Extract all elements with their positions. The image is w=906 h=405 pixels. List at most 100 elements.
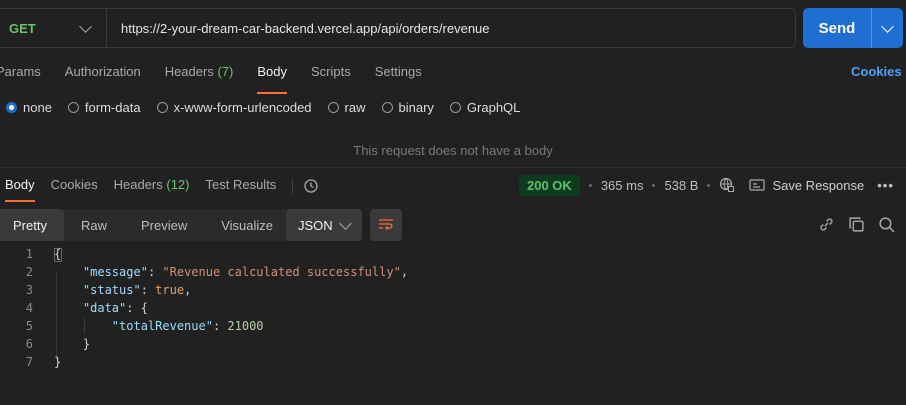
format-select[interactable]: JSON [286, 209, 362, 241]
response-tab-cookies[interactable]: Cookies [51, 177, 98, 197]
code-line: 5 "totalRevenue": 21000 [0, 317, 408, 335]
history-icon[interactable] [303, 178, 319, 194]
code-line: 6 } [0, 335, 408, 353]
tab-count: (7) [217, 64, 234, 79]
radio-checked-icon [6, 102, 17, 113]
copy-icon[interactable] [848, 216, 865, 233]
json-brace: } [54, 355, 62, 369]
response-meta: 200 OK 365 ms 538 B Save Response ••• [519, 174, 894, 196]
tab-label: Body [257, 64, 287, 79]
wrap-lines-icon [379, 219, 393, 230]
tab-body[interactable]: Body [257, 64, 287, 94]
method-select[interactable]: GET [0, 9, 107, 47]
json-key: "data" [82, 301, 127, 315]
code-line: 2 "message": "Revenue calculated success… [0, 263, 408, 281]
tab-label: Authorization [64, 64, 141, 79]
line-number: 1 [25, 247, 33, 261]
tab-label: Settings [374, 64, 422, 79]
more-options-icon[interactable]: ••• [877, 178, 894, 193]
view-raw[interactable]: Raw [64, 209, 124, 241]
link-icon[interactable] [818, 216, 835, 233]
radio-form-data[interactable]: form-data [67, 100, 141, 115]
json-key: "totalRevenue" [111, 319, 213, 333]
line-number: 5 [25, 319, 33, 333]
radio-x-www-form-urlencoded[interactable]: x-www-form-urlencoded [156, 100, 312, 115]
separator [292, 179, 294, 195]
separator-dot [588, 183, 592, 187]
json-brace: { [54, 247, 62, 261]
request-bar: GET https://2-your-dream-car-backend.ver… [0, 8, 796, 48]
json-brace: { [140, 301, 148, 315]
response-tab-headers[interactable]: Headers (12) [114, 177, 190, 197]
tab-authorization[interactable]: Authorization [65, 64, 141, 88]
tab-count: (12) [166, 177, 190, 192]
no-body-message: This request does not have a body [353, 143, 553, 158]
panel-divider[interactable] [0, 167, 906, 168]
json-key: "status" [82, 283, 141, 297]
view-preview[interactable]: Preview [124, 209, 204, 241]
method-label: GET [9, 20, 36, 36]
line-number: 6 [25, 337, 33, 351]
line-number: 3 [25, 283, 33, 297]
status-badge[interactable]: 200 OK [519, 174, 580, 196]
tab-label: Headers [164, 64, 214, 79]
separator-dot [707, 183, 711, 187]
send-options-button[interactable] [871, 8, 903, 48]
radio-icon [449, 102, 461, 113]
view-pretty[interactable]: Pretty [0, 209, 64, 241]
line-number: 7 [25, 355, 33, 369]
body-type-options: none form-data x-www-form-urlencoded raw… [6, 100, 536, 115]
cookies-link[interactable]: Cookies [851, 64, 902, 79]
tab-label: Cookies [50, 177, 98, 192]
radio-binary[interactable]: binary [381, 100, 434, 115]
tab-label: Test Results [205, 177, 277, 192]
chevron-down-icon [79, 19, 92, 33]
response-tools [818, 216, 895, 233]
line-number: 2 [25, 265, 33, 279]
code-line: 1 { [0, 245, 408, 263]
json-key: "message" [82, 265, 148, 279]
save-response-label: Save Response [772, 177, 865, 193]
radio-none[interactable]: none [6, 100, 52, 115]
line-number: 4 [25, 301, 33, 315]
chevron-down-icon [881, 19, 894, 33]
radio-raw[interactable]: raw [327, 100, 366, 115]
tab-headers[interactable]: Headers (7) [165, 64, 234, 88]
response-tabs: Body Cookies Headers (12) Test Results [5, 177, 319, 202]
response-tab-test-results[interactable]: Test Results [206, 177, 277, 197]
response-time[interactable]: 365 ms [601, 178, 644, 193]
response-body-code[interactable]: 1 { 2 "message": "Revenue calculated suc… [0, 245, 408, 371]
url-input[interactable]: https://2-your-dream-car-backend.vercel.… [107, 21, 490, 36]
code-line: 7 } [0, 353, 408, 371]
radio-label: raw [344, 100, 366, 115]
search-icon[interactable] [878, 216, 895, 233]
code-line: 4 "data": { [0, 299, 408, 317]
network-icon[interactable] [719, 177, 735, 193]
chevron-down-icon [339, 216, 352, 230]
tab-label: Params [0, 64, 41, 79]
json-boolean-value: true [155, 283, 185, 297]
view-visualize[interactable]: Visualize [204, 209, 290, 241]
radio-label: form-data [84, 100, 141, 115]
save-response-button[interactable]: Save Response [749, 178, 864, 193]
radio-label: x-www-form-urlencoded [173, 100, 312, 115]
radio-icon [67, 102, 79, 113]
tab-label: Body [5, 177, 35, 192]
response-size[interactable]: 538 B [664, 178, 698, 193]
send-button-group: Send [803, 8, 903, 48]
wrap-lines-button[interactable] [370, 209, 402, 241]
tab-label: Scripts [310, 64, 351, 79]
tab-params[interactable]: Params [0, 64, 41, 88]
radio-graphql[interactable]: GraphQL [449, 100, 520, 115]
tab-settings[interactable]: Settings [375, 64, 422, 88]
radio-icon [156, 102, 168, 113]
format-label: JSON [298, 217, 333, 233]
radio-label: binary [398, 100, 434, 115]
tab-scripts[interactable]: Scripts [311, 64, 351, 88]
response-tab-body[interactable]: Body [5, 177, 35, 202]
view-mode-selector: Pretty Raw Preview Visualize [0, 209, 291, 241]
code-line: 3 "status": true, [0, 281, 408, 299]
request-tabs: Params Authorization Headers (7) Body Sc… [0, 64, 446, 94]
json-brace: } [82, 337, 91, 351]
send-button[interactable]: Send [803, 20, 871, 37]
